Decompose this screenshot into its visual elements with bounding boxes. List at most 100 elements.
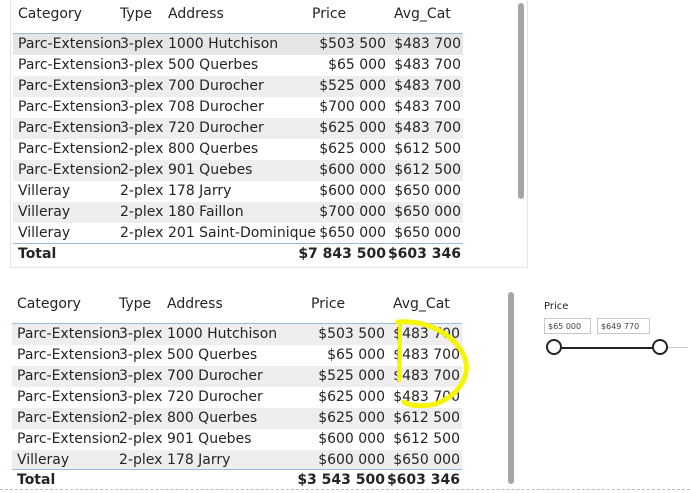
table-row[interactable]: Parc-Extension 2-plex 800 Querbes $625 000 $… <box>13 139 463 160</box>
cell-type: 3-plex <box>120 78 164 94</box>
cell-address: 1000 Hutchison <box>168 36 279 52</box>
slicer-max-input[interactable]: $649 770 <box>597 318 650 334</box>
cell-category: Parc-Extension <box>17 368 121 384</box>
cell-type: 3-plex <box>119 326 163 342</box>
cell-type: 2-plex <box>120 183 164 199</box>
cell-category: Villeray <box>18 183 71 199</box>
cell-avg-cat: $483 700 <box>394 36 461 52</box>
table-bottom-body: Parc-Extension 3-plex 1000 Hutchison $503 5… <box>12 324 462 469</box>
cell-type: 2-plex <box>120 225 164 241</box>
cell-category: Parc-Extension <box>18 36 122 52</box>
table-row[interactable]: Villeray 2-plex 178 Jarry $600 000 $650 000 <box>13 181 463 202</box>
cell-category: Parc-Extension <box>18 162 122 178</box>
cell-price: $625 000 <box>318 410 385 426</box>
table-bottom-scrollbar[interactable] <box>508 292 514 484</box>
cell-type: 3-plex <box>119 389 163 405</box>
table-row[interactable]: Parc-Extension 3-plex 1000 Hutchison $503 5… <box>13 34 463 55</box>
column-header-category[interactable]: Category <box>17 290 81 318</box>
cell-price: $625 000 <box>318 389 385 405</box>
cell-price: $625 000 <box>319 141 386 157</box>
table-row[interactable]: Parc-Extension 3-plex 700 Durocher $525 000… <box>13 76 463 97</box>
table-row[interactable]: Parc-Extension 3-plex 500 Querbes $65 000 $4… <box>12 345 462 366</box>
cell-avg-cat: $483 700 <box>393 389 460 405</box>
cell-address: 500 Querbes <box>167 347 258 363</box>
total-label: Total <box>18 246 57 262</box>
cell-address: 708 Durocher <box>168 99 264 115</box>
cell-avg-cat: $612 500 <box>393 431 460 447</box>
cell-price: $600 000 <box>319 162 386 178</box>
cell-type: 2-plex <box>120 162 164 178</box>
table-row[interactable]: Parc-Extension 3-plex 500 Querbes $65 000 $4… <box>13 55 463 76</box>
cell-type: 3-plex <box>120 99 164 115</box>
price-slicer: Price $65 000 $649 770 <box>538 295 688 375</box>
cell-address: 720 Durocher <box>167 389 263 405</box>
cell-address: 901 Quebes <box>168 162 253 178</box>
cell-price: $525 000 <box>319 78 386 94</box>
table-row[interactable]: Parc-Extension 3-plex 720 Durocher $625 000… <box>12 387 462 408</box>
cell-category: Villeray <box>17 452 70 468</box>
cell-avg-cat: $650 000 <box>394 204 461 220</box>
cell-address: 201 Saint-Dominique <box>168 225 316 241</box>
slicer-max-handle[interactable] <box>652 339 668 355</box>
cell-address: 500 Querbes <box>168 57 259 73</box>
cell-address: 700 Durocher <box>167 368 263 384</box>
column-header-price[interactable]: Price <box>312 0 346 28</box>
table-row[interactable]: Villeray 2-plex 201 Saint-Dominique $650 00… <box>13 223 463 243</box>
total-price: $3 543 500 <box>297 472 385 488</box>
cell-type: 3-plex <box>119 347 163 363</box>
slicer-min-handle[interactable] <box>546 339 562 355</box>
cell-address: 700 Durocher <box>168 78 264 94</box>
table-row[interactable]: Parc-Extension 2-plex 901 Quebes $600 000 $6… <box>13 160 463 181</box>
table-top-scrollbar[interactable] <box>518 3 524 199</box>
cell-category: Parc-Extension <box>18 78 122 94</box>
cell-avg-cat: $612 500 <box>393 410 460 426</box>
column-header-address[interactable]: Address <box>168 0 224 28</box>
table-row[interactable]: Parc-Extension 3-plex 708 Durocher $700 000… <box>13 97 463 118</box>
table-row[interactable]: Villeray 2-plex 178 Jarry $600 000 $650 000 <box>12 450 462 469</box>
column-header-type[interactable]: Type <box>120 0 152 28</box>
cell-address: 178 Jarry <box>168 183 232 199</box>
slicer-track <box>554 347 668 349</box>
cell-avg-cat: $483 700 <box>394 78 461 94</box>
slicer-track-remainder <box>668 347 688 348</box>
cell-category: Villeray <box>18 204 71 220</box>
table-visual-top: Category Type Address Price Avg_Cat Parc… <box>10 0 528 268</box>
slicer-title: Price <box>544 301 569 312</box>
cell-avg-cat: $650 000 <box>394 225 461 241</box>
column-header-avg-cat[interactable]: Avg_Cat <box>393 290 450 318</box>
table-row[interactable]: Parc-Extension 3-plex 700 Durocher $525 000… <box>12 366 462 387</box>
slicer-min-input[interactable]: $65 000 <box>544 318 591 334</box>
table-bottom-total-row: Total $3 543 500 $603 346 <box>12 469 462 491</box>
cell-price: $600 000 <box>318 452 385 468</box>
column-header-address[interactable]: Address <box>167 290 223 318</box>
table-bottom-header: Category Type Address Price Avg_Cat <box>12 290 462 324</box>
cell-type: 2-plex <box>119 452 163 468</box>
table-top-total-row: Total $7 843 500 $603 346 <box>13 243 463 265</box>
cell-address: 800 Querbes <box>168 141 259 157</box>
column-header-category[interactable]: Category <box>18 0 82 28</box>
column-header-type[interactable]: Type <box>119 290 151 318</box>
cell-category: Parc-Extension <box>17 326 121 342</box>
cell-price: $503 500 <box>318 326 385 342</box>
cell-avg-cat: $483 700 <box>393 347 460 363</box>
cell-category: Parc-Extension <box>17 347 121 363</box>
column-header-avg-cat[interactable]: Avg_Cat <box>394 0 451 28</box>
table-top: Category Type Address Price Avg_Cat Parc… <box>13 0 463 265</box>
cell-avg-cat: $612 500 <box>394 162 461 178</box>
cell-avg-cat: $483 700 <box>393 326 460 342</box>
column-header-price[interactable]: Price <box>311 290 345 318</box>
table-row[interactable]: Parc-Extension 2-plex 800 Querbes $625 000 $… <box>12 408 462 429</box>
table-visual-bottom: Category Type Address Price Avg_Cat Parc… <box>10 290 528 490</box>
cell-address: 720 Durocher <box>168 120 264 136</box>
table-row[interactable]: Parc-Extension 3-plex 1000 Hutchison $503 5… <box>12 324 462 345</box>
cell-type: 3-plex <box>120 36 164 52</box>
cell-type: 3-plex <box>120 57 164 73</box>
cell-price: $600 000 <box>319 183 386 199</box>
cell-type: 2-plex <box>120 204 164 220</box>
cell-avg-cat: $483 700 <box>394 99 461 115</box>
table-top-header: Category Type Address Price Avg_Cat <box>13 0 463 34</box>
page-divider <box>0 489 690 490</box>
table-row[interactable]: Parc-Extension 2-plex 901 Quebes $600 000 $6… <box>12 429 462 450</box>
table-row[interactable]: Parc-Extension 3-plex 720 Durocher $625 000… <box>13 118 463 139</box>
table-row[interactable]: Villeray 2-plex 180 Faillon $700 000 $650 00… <box>13 202 463 223</box>
